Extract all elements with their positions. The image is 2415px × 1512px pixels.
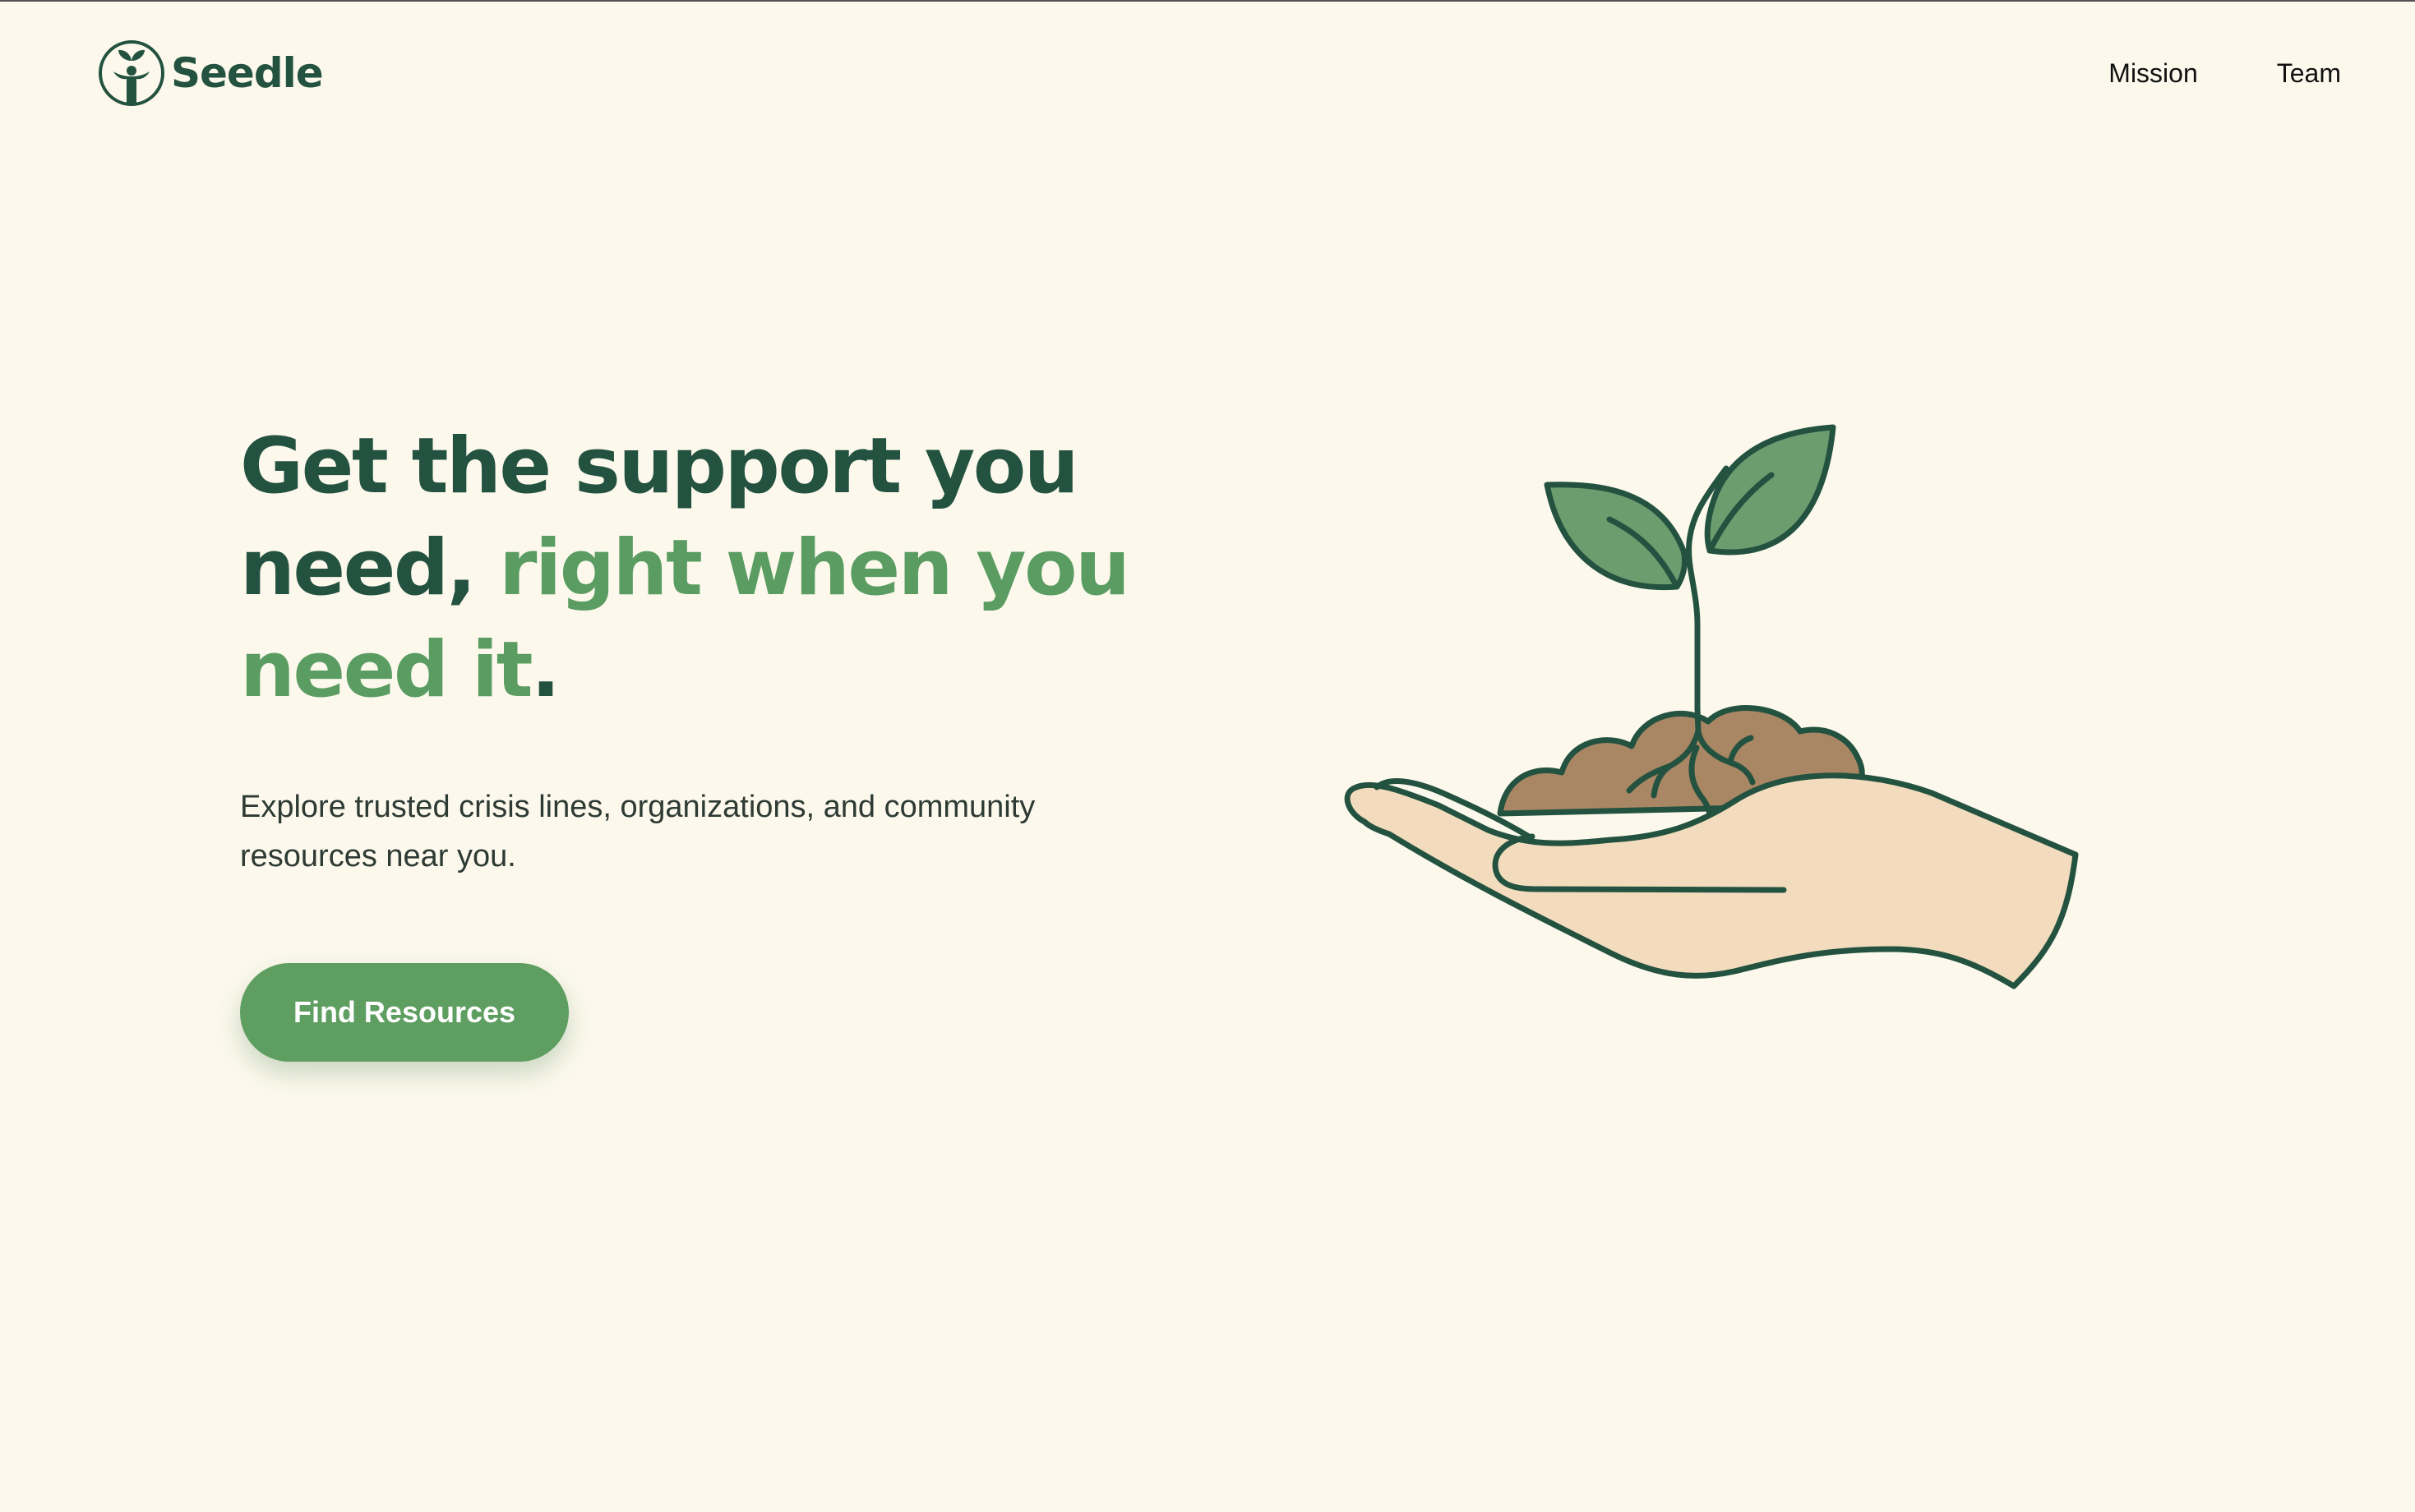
headline-period: . <box>531 625 561 715</box>
find-resources-button[interactable]: Find Resources <box>240 963 569 1062</box>
brand-name: Seedle <box>171 49 324 97</box>
nav-link-mission[interactable]: Mission <box>2108 58 2197 89</box>
main-nav: Mission Team <box>2108 58 2341 89</box>
hero-headline: Get the support you need, right when you… <box>240 416 1185 721</box>
hand-holding-seedling-icon <box>1344 424 2079 989</box>
brand-logo-link[interactable]: Seedle <box>97 39 324 108</box>
site-header: Seedle Mission Team <box>97 36 2341 110</box>
nav-link-team[interactable]: Team <box>2277 58 2341 89</box>
person-sprout-icon <box>99 40 164 106</box>
hero-subtext: Explore trusted crisis lines, organizati… <box>240 790 1036 874</box>
hero-section: Get the support you need, right when you… <box>240 416 1185 1062</box>
window-top-border <box>0 0 2415 2</box>
